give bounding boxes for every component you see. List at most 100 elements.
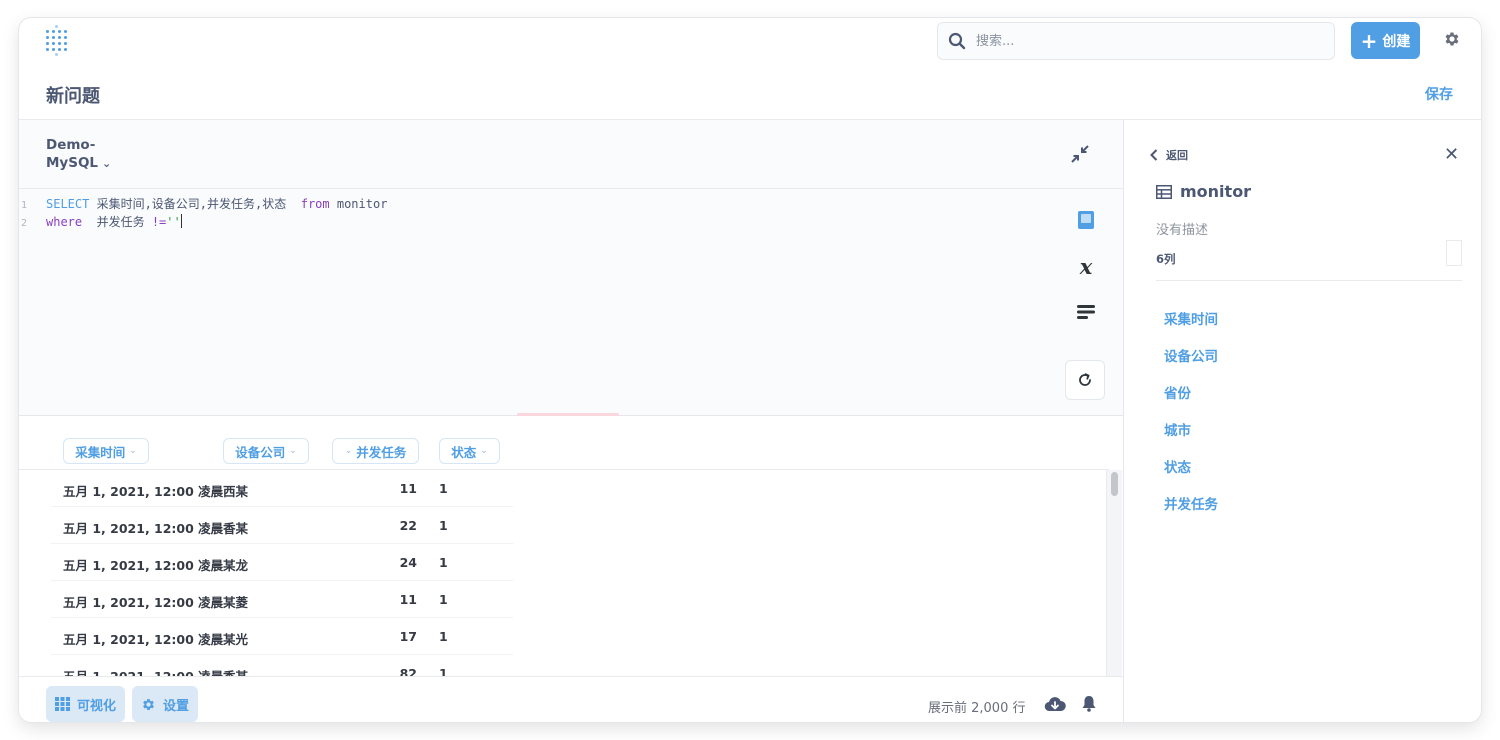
- table-row: 五月 1, 2021, 12:00 凌晨 某龙 24 1: [51, 544, 513, 581]
- cell-company: 某光: [223, 632, 249, 647]
- gear-icon: [143, 698, 154, 710]
- search-icon: [948, 32, 966, 50]
- column-count: 6列: [1156, 252, 1176, 266]
- editor-divider: [19, 188, 1123, 189]
- cell-company: 香某: [223, 521, 249, 536]
- grid-icon: [55, 697, 70, 711]
- question-header: 新问题 保存: [19, 64, 1481, 120]
- sql-keyword: SELECT: [46, 197, 90, 211]
- cell-company: 某菱: [223, 595, 249, 610]
- cell-company: 西某: [223, 484, 249, 499]
- cell-company: 某龙: [223, 558, 249, 573]
- column-header[interactable]: ⌄ 并发任务: [332, 438, 419, 464]
- cell-time: 五月 1, 2021, 12:00 凌晨: [63, 558, 224, 573]
- cell-status: 1: [439, 481, 448, 496]
- field-link[interactable]: 设备公司: [1164, 345, 1218, 365]
- sql-code[interactable]: 1 SELECT 采集时间,设备公司,并发任务,状态 from monitor 2…: [19, 196, 387, 232]
- cell-tasks: 24: [399, 555, 417, 570]
- scrollbar-thumb[interactable]: [1111, 472, 1118, 496]
- panel-scrollbar[interactable]: [1446, 240, 1462, 266]
- cell-time: 五月 1, 2021, 12:00 凌晨: [63, 595, 224, 610]
- page-title: 新问题: [46, 86, 100, 107]
- field-link[interactable]: 省份: [1164, 382, 1191, 402]
- plus-icon: +: [1360, 28, 1378, 53]
- table-row: 五月 1, 2021, 12:00 凌晨 某菱 11 1: [51, 581, 513, 618]
- top-navbar: + 创建: [19, 18, 1481, 64]
- table-row: 五月 1, 2021, 12:00 凌晨 某光 17 1: [51, 618, 513, 655]
- column-header[interactable]: 设备公司 ⌄: [223, 438, 309, 464]
- collapse-editor-icon[interactable]: [1070, 144, 1090, 164]
- sql-text: 并发任务: [82, 215, 152, 229]
- sql-text: 采集时间,设备公司,并发任务,状态: [89, 197, 301, 211]
- table-row: 五月 1, 2021, 12:00 凌晨 西某 11 1: [51, 470, 513, 507]
- column-header-label: 设备公司: [235, 444, 286, 460]
- table-title: monitor: [1156, 182, 1251, 201]
- cell-time: 五月 1, 2021, 12:00 凌晨: [63, 632, 224, 647]
- bell-icon[interactable]: [1081, 695, 1097, 712]
- cell-tasks: 17: [399, 629, 417, 644]
- refresh-icon: [1079, 373, 1091, 386]
- sql-string: '': [166, 215, 181, 229]
- data-reference-panel: 返回 ✕ monitor 没有描述 6列 采集时间 设备公司 省份 城市 状态 …: [1123, 120, 1481, 722]
- panel-divider: [1156, 280, 1462, 281]
- table-icon: [1156, 184, 1172, 199]
- visualization-button-label: 可视化: [77, 698, 117, 714]
- chevron-down-icon: ⌄: [480, 446, 488, 456]
- cell-status: 1: [439, 629, 448, 644]
- sql-editor-area: Demo- MySQL ⌄ 1 SELECT 采集时间,设备公司,并发任务,状态 f…: [19, 120, 1123, 417]
- table-description: 没有描述: [1156, 223, 1209, 238]
- cell-tasks: 11: [399, 592, 417, 607]
- code-line: 2 where 并发任务 !='': [19, 214, 387, 232]
- close-icon[interactable]: ✕: [1444, 144, 1459, 165]
- column-header[interactable]: 采集时间 ⌄: [63, 438, 149, 464]
- chevron-down-icon: ⌄: [102, 157, 112, 170]
- line-number: 2: [21, 218, 28, 229]
- results-table: 采集时间 ⌄ 设备公司 ⌄ ⌄ 并发任务 状态 ⌄ 五月 1, 2021, 12:00 …: [19, 416, 1123, 692]
- cell-tasks: 11: [399, 481, 417, 496]
- sql-keyword: from: [300, 197, 330, 211]
- database-picker[interactable]: Demo- MySQL ⌄: [46, 136, 111, 173]
- row-count: 展示前 2,000 行: [928, 701, 1026, 716]
- chevron-left-icon: [1150, 149, 1158, 161]
- search-input[interactable]: [976, 31, 1316, 51]
- snippets-icon[interactable]: [1076, 302, 1096, 322]
- text-cursor: [180, 214, 182, 228]
- settings-button[interactable]: 设置: [132, 686, 199, 722]
- cell-time: 五月 1, 2021, 12:00 凌晨: [63, 484, 224, 499]
- sql-operator: !=: [151, 215, 167, 229]
- back-button[interactable]: 返回: [1150, 147, 1188, 163]
- vertical-scrollbar[interactable]: [1106, 470, 1122, 676]
- gear-icon[interactable]: [1443, 30, 1461, 48]
- table-name: monitor: [1180, 182, 1252, 201]
- column-header-label: 并发任务: [356, 444, 407, 460]
- download-icon[interactable]: [1044, 696, 1066, 712]
- cell-time: 五月 1, 2021, 12:00 凌晨: [63, 521, 224, 536]
- cell-status: 1: [439, 555, 448, 570]
- column-header[interactable]: 状态 ⌄: [439, 438, 500, 464]
- save-button[interactable]: 保存: [1425, 84, 1453, 104]
- create-button-label: 创建: [1382, 33, 1411, 50]
- metabase-logo-icon[interactable]: [46, 25, 72, 56]
- cell-tasks: 22: [399, 518, 417, 533]
- field-link[interactable]: 状态: [1164, 456, 1191, 476]
- sql-text: monitor: [329, 197, 388, 211]
- cell-status: 1: [439, 518, 448, 533]
- field-link[interactable]: 并发任务: [1164, 493, 1218, 513]
- run-query-button[interactable]: [1065, 360, 1105, 400]
- data-reference-icon[interactable]: [1076, 210, 1096, 230]
- table-row: 五月 1, 2021, 12:00 凌晨 香某 22 1: [51, 507, 513, 544]
- query-footer: 可视化 设置 展示前 2,000 行: [19, 676, 1123, 722]
- database-name-line2: MySQL: [46, 155, 99, 171]
- code-line: 1 SELECT 采集时间,设备公司,并发任务,状态 from monitor: [19, 196, 387, 214]
- field-link[interactable]: 城市: [1164, 419, 1191, 439]
- variables-icon[interactable]: 𝒙: [1076, 254, 1096, 279]
- visualization-button[interactable]: 可视化: [46, 686, 126, 722]
- field-link[interactable]: 采集时间: [1164, 308, 1218, 328]
- create-button[interactable]: + 创建: [1351, 22, 1420, 59]
- settings-button-label: 设置: [163, 698, 190, 714]
- column-header-label: 采集时间: [75, 444, 126, 460]
- database-name-line1: Demo-: [46, 137, 96, 153]
- search-box[interactable]: [937, 22, 1335, 60]
- cell-status: 1: [439, 592, 448, 607]
- line-number: 1: [21, 200, 28, 211]
